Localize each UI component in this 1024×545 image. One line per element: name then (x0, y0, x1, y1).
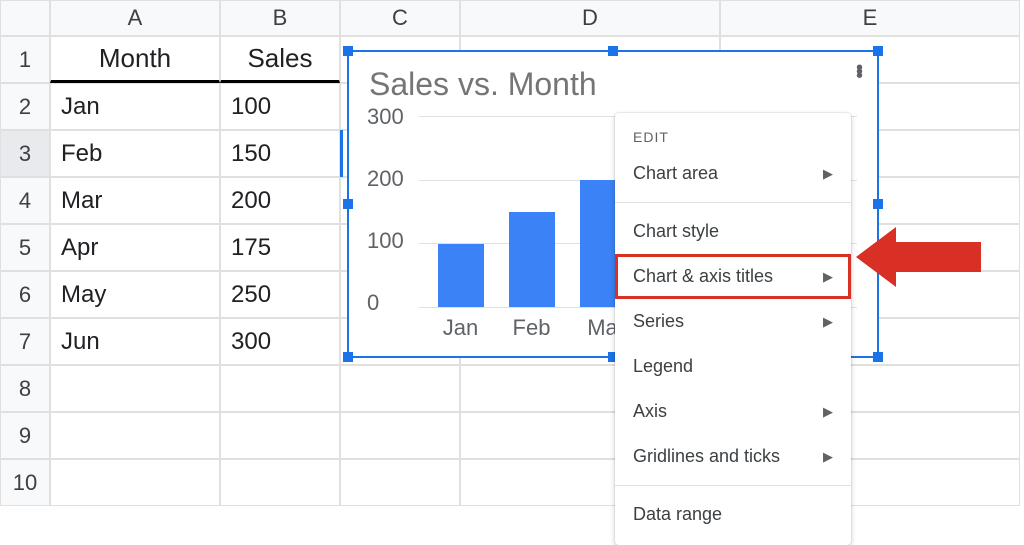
resize-handle[interactable] (343, 352, 353, 362)
col-header-E[interactable]: E (720, 0, 1020, 36)
cell-C10[interactable] (340, 459, 460, 506)
menu-item-label: Data range (633, 504, 722, 525)
row-header-4[interactable]: 4 (0, 177, 50, 224)
row-header-1[interactable]: 1 (0, 36, 50, 83)
chevron-right-icon: ▶ (823, 449, 833, 465)
y-tick-label: 300 (367, 104, 404, 130)
col-header-C[interactable]: C (340, 0, 460, 36)
cell-A4[interactable]: Mar (50, 177, 220, 224)
chevron-right-icon: ▶ (823, 269, 833, 285)
cell-B2[interactable]: 100 (220, 83, 340, 130)
y-tick-label: 100 (367, 228, 404, 254)
col-header-A[interactable]: A (50, 0, 220, 36)
y-tick-label: 0 (367, 290, 379, 316)
row-header-7[interactable]: 7 (0, 318, 50, 365)
cell-A10[interactable] (50, 459, 220, 506)
chevron-right-icon: ▶ (823, 404, 833, 420)
menu-separator (615, 485, 851, 486)
row-header-10[interactable]: 10 (0, 459, 50, 506)
annotation-arrow-icon (856, 222, 986, 292)
row-header-9[interactable]: 9 (0, 412, 50, 459)
chevron-right-icon: ▶ (823, 166, 833, 182)
menu-item-label: Gridlines and ticks (633, 446, 780, 467)
menu-item-legend[interactable]: Legend (615, 344, 851, 389)
col-header-B[interactable]: B (220, 0, 340, 36)
row-header-3[interactable]: 3 (0, 130, 50, 177)
cell-B8[interactable] (220, 365, 340, 412)
cell-B5[interactable]: 175 (220, 224, 340, 271)
cell-A6[interactable]: May (50, 271, 220, 318)
chart-edit-menu: EDIT Chart area ▶ Chart style Chart & ax… (615, 113, 851, 545)
chart-bar (438, 244, 484, 307)
cell-A3[interactable]: Feb (50, 130, 220, 177)
cell-C9[interactable] (340, 412, 460, 459)
x-tick-label: Feb (509, 315, 555, 341)
cell-A2[interactable]: Jan (50, 83, 220, 130)
cell-A9[interactable] (50, 412, 220, 459)
cell-B6[interactable]: 250 (220, 271, 340, 318)
cell-A1[interactable]: Month (50, 36, 220, 83)
menu-item-series[interactable]: Series ▶ (615, 299, 851, 344)
menu-item-data-range[interactable]: Data range (615, 492, 851, 537)
menu-item-label: Chart style (633, 221, 719, 242)
cell-B1[interactable]: Sales (220, 36, 340, 83)
row-header-5[interactable]: 5 (0, 224, 50, 271)
cell-B7[interactable]: 300 (220, 318, 340, 365)
menu-item-label: Chart & axis titles (633, 266, 773, 287)
menu-separator (615, 202, 851, 203)
chart-bar (509, 212, 555, 308)
grid-corner[interactable] (0, 0, 50, 36)
resize-handle[interactable] (873, 46, 883, 56)
menu-item-chart-axis-titles[interactable]: Chart & axis titles ▶ (615, 254, 851, 299)
cell-B9[interactable] (220, 412, 340, 459)
cell-A5[interactable]: Apr (50, 224, 220, 271)
chart-menu-button[interactable]: ••• (856, 66, 863, 78)
menu-item-label: Series (633, 311, 684, 332)
menu-item-label: Chart area (633, 163, 718, 184)
row-header-6[interactable]: 6 (0, 271, 50, 318)
cell-B3[interactable]: 150 (220, 130, 340, 177)
menu-item-label: Axis (633, 401, 667, 422)
cell-A7[interactable]: Jun (50, 318, 220, 365)
resize-handle[interactable] (873, 352, 883, 362)
menu-item-chart-area[interactable]: Chart area ▶ (615, 151, 851, 196)
row-header-2[interactable]: 2 (0, 83, 50, 130)
chevron-right-icon: ▶ (823, 314, 833, 330)
cell-C8[interactable] (340, 365, 460, 412)
cell-B10[interactable] (220, 459, 340, 506)
menu-item-chart-style[interactable]: Chart style (615, 209, 851, 254)
resize-handle[interactable] (608, 46, 618, 56)
row-header-8[interactable]: 8 (0, 365, 50, 412)
menu-item-label: Legend (633, 356, 693, 377)
resize-handle[interactable] (343, 46, 353, 56)
y-tick-label: 200 (367, 166, 404, 192)
x-tick-label: Jan (438, 315, 484, 341)
chart-title: Sales vs. Month (349, 52, 877, 111)
col-header-D[interactable]: D (460, 0, 720, 36)
menu-section-header: EDIT (615, 121, 851, 151)
cell-B4[interactable]: 200 (220, 177, 340, 224)
menu-item-axis[interactable]: Axis ▶ (615, 389, 851, 434)
cell-A8[interactable] (50, 365, 220, 412)
menu-item-gridlines[interactable]: Gridlines and ticks ▶ (615, 434, 851, 479)
